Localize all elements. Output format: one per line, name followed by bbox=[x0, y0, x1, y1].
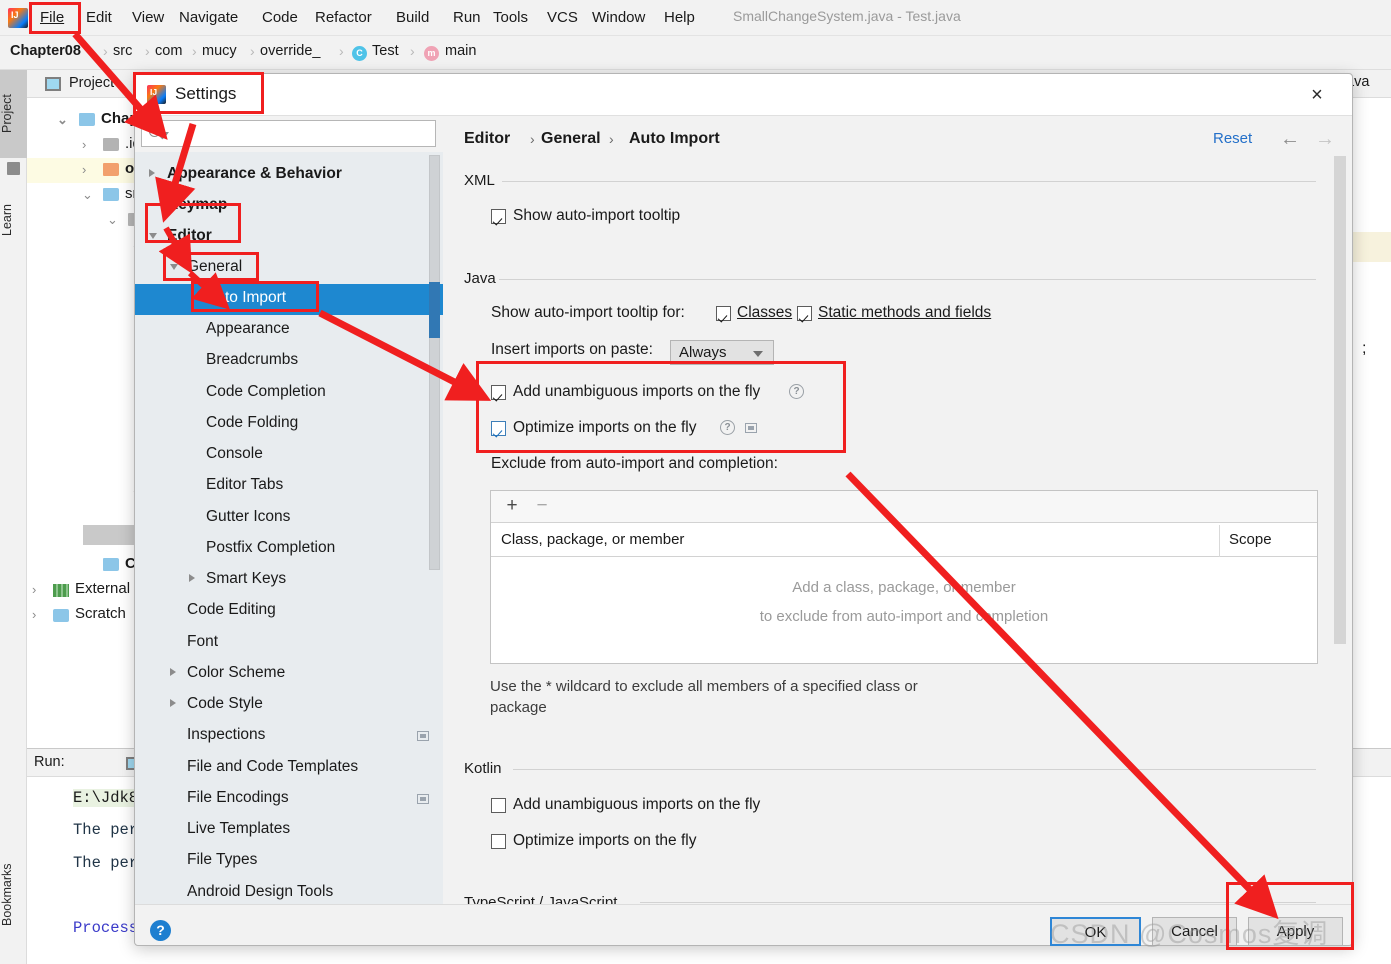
annotation-arrows bbox=[72, 31, 1279, 920]
